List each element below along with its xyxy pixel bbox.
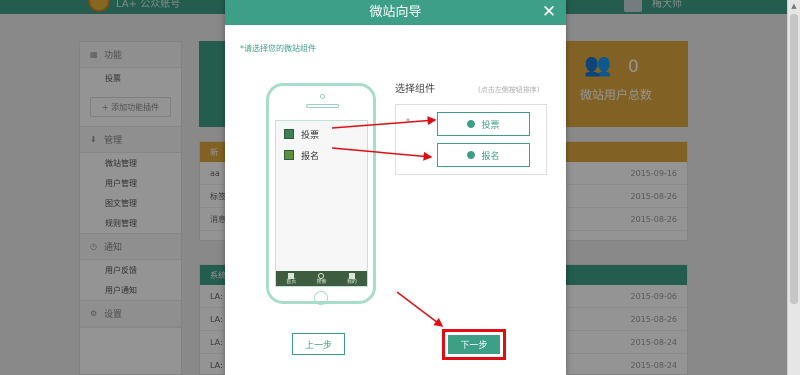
dialog-header: 微站向导 ✕ [225, 0, 566, 25]
tab-search: 搜索 [316, 272, 327, 285]
prev-step-button[interactable]: 上一步 [292, 333, 345, 355]
preview-item-label: 投票 [301, 130, 320, 141]
phone-home-button [314, 291, 328, 305]
home-icon [288, 272, 295, 279]
phone-tab-bar: 首页 搜索 我的 [276, 271, 367, 286]
component-vote-button[interactable]: 投票 [437, 112, 530, 136]
phone-preview: 投票 报名 首页 搜索 我的 [266, 83, 376, 305]
arrow-next [396, 291, 444, 327]
scroll-up-arrow-icon[interactable]: ▲ [788, 0, 800, 12]
dialog-title: 微站向导 [369, 5, 422, 20]
next-step-highlight: 下一步 [442, 329, 506, 360]
component-label: 报名 [481, 151, 500, 162]
signup-component-icon [467, 151, 476, 159]
preview-item-label: 报名 [301, 151, 320, 162]
vote-icon [284, 129, 294, 139]
close-icon[interactable]: ✕ [540, 3, 558, 21]
next-step-button[interactable]: 下一步 [448, 335, 500, 354]
component-signup-button[interactable]: 报名 [437, 143, 530, 167]
required-marker: * [406, 117, 410, 126]
component-picker: * 投票 报名 [395, 104, 547, 175]
phone-screen: 投票 报名 首页 搜索 我的 [275, 120, 368, 287]
page-scrollbar[interactable]: ▲ [787, 0, 800, 375]
tab-home: 首页 [286, 272, 297, 285]
tab-label: 搜索 [316, 278, 327, 285]
phone-speaker [306, 104, 339, 108]
instruction-hint: *请选择您的微站组件 [240, 44, 316, 53]
preview-item-vote: 投票 [284, 127, 319, 141]
target-icon [318, 272, 325, 279]
tab-label: 我的 [346, 278, 357, 285]
signup-icon [284, 150, 294, 160]
person-icon [348, 272, 355, 279]
component-picker-title: 选择组件 [395, 84, 435, 95]
tab-me: 我的 [346, 272, 357, 285]
vote-component-icon [467, 120, 476, 128]
component-label: 投票 [481, 120, 500, 131]
site-wizard-dialog: 微站向导 ✕ *请选择您的微站组件 投票 报名 首页 搜索 我的 选择组件 (点… [225, 0, 566, 375]
tab-label: 首页 [286, 278, 297, 285]
component-picker-tip: (点击左侧按钮排序) [478, 86, 540, 94]
phone-camera [320, 94, 325, 99]
preview-item-signup: 报名 [284, 148, 319, 162]
scrollbar-thumb[interactable] [790, 14, 798, 304]
